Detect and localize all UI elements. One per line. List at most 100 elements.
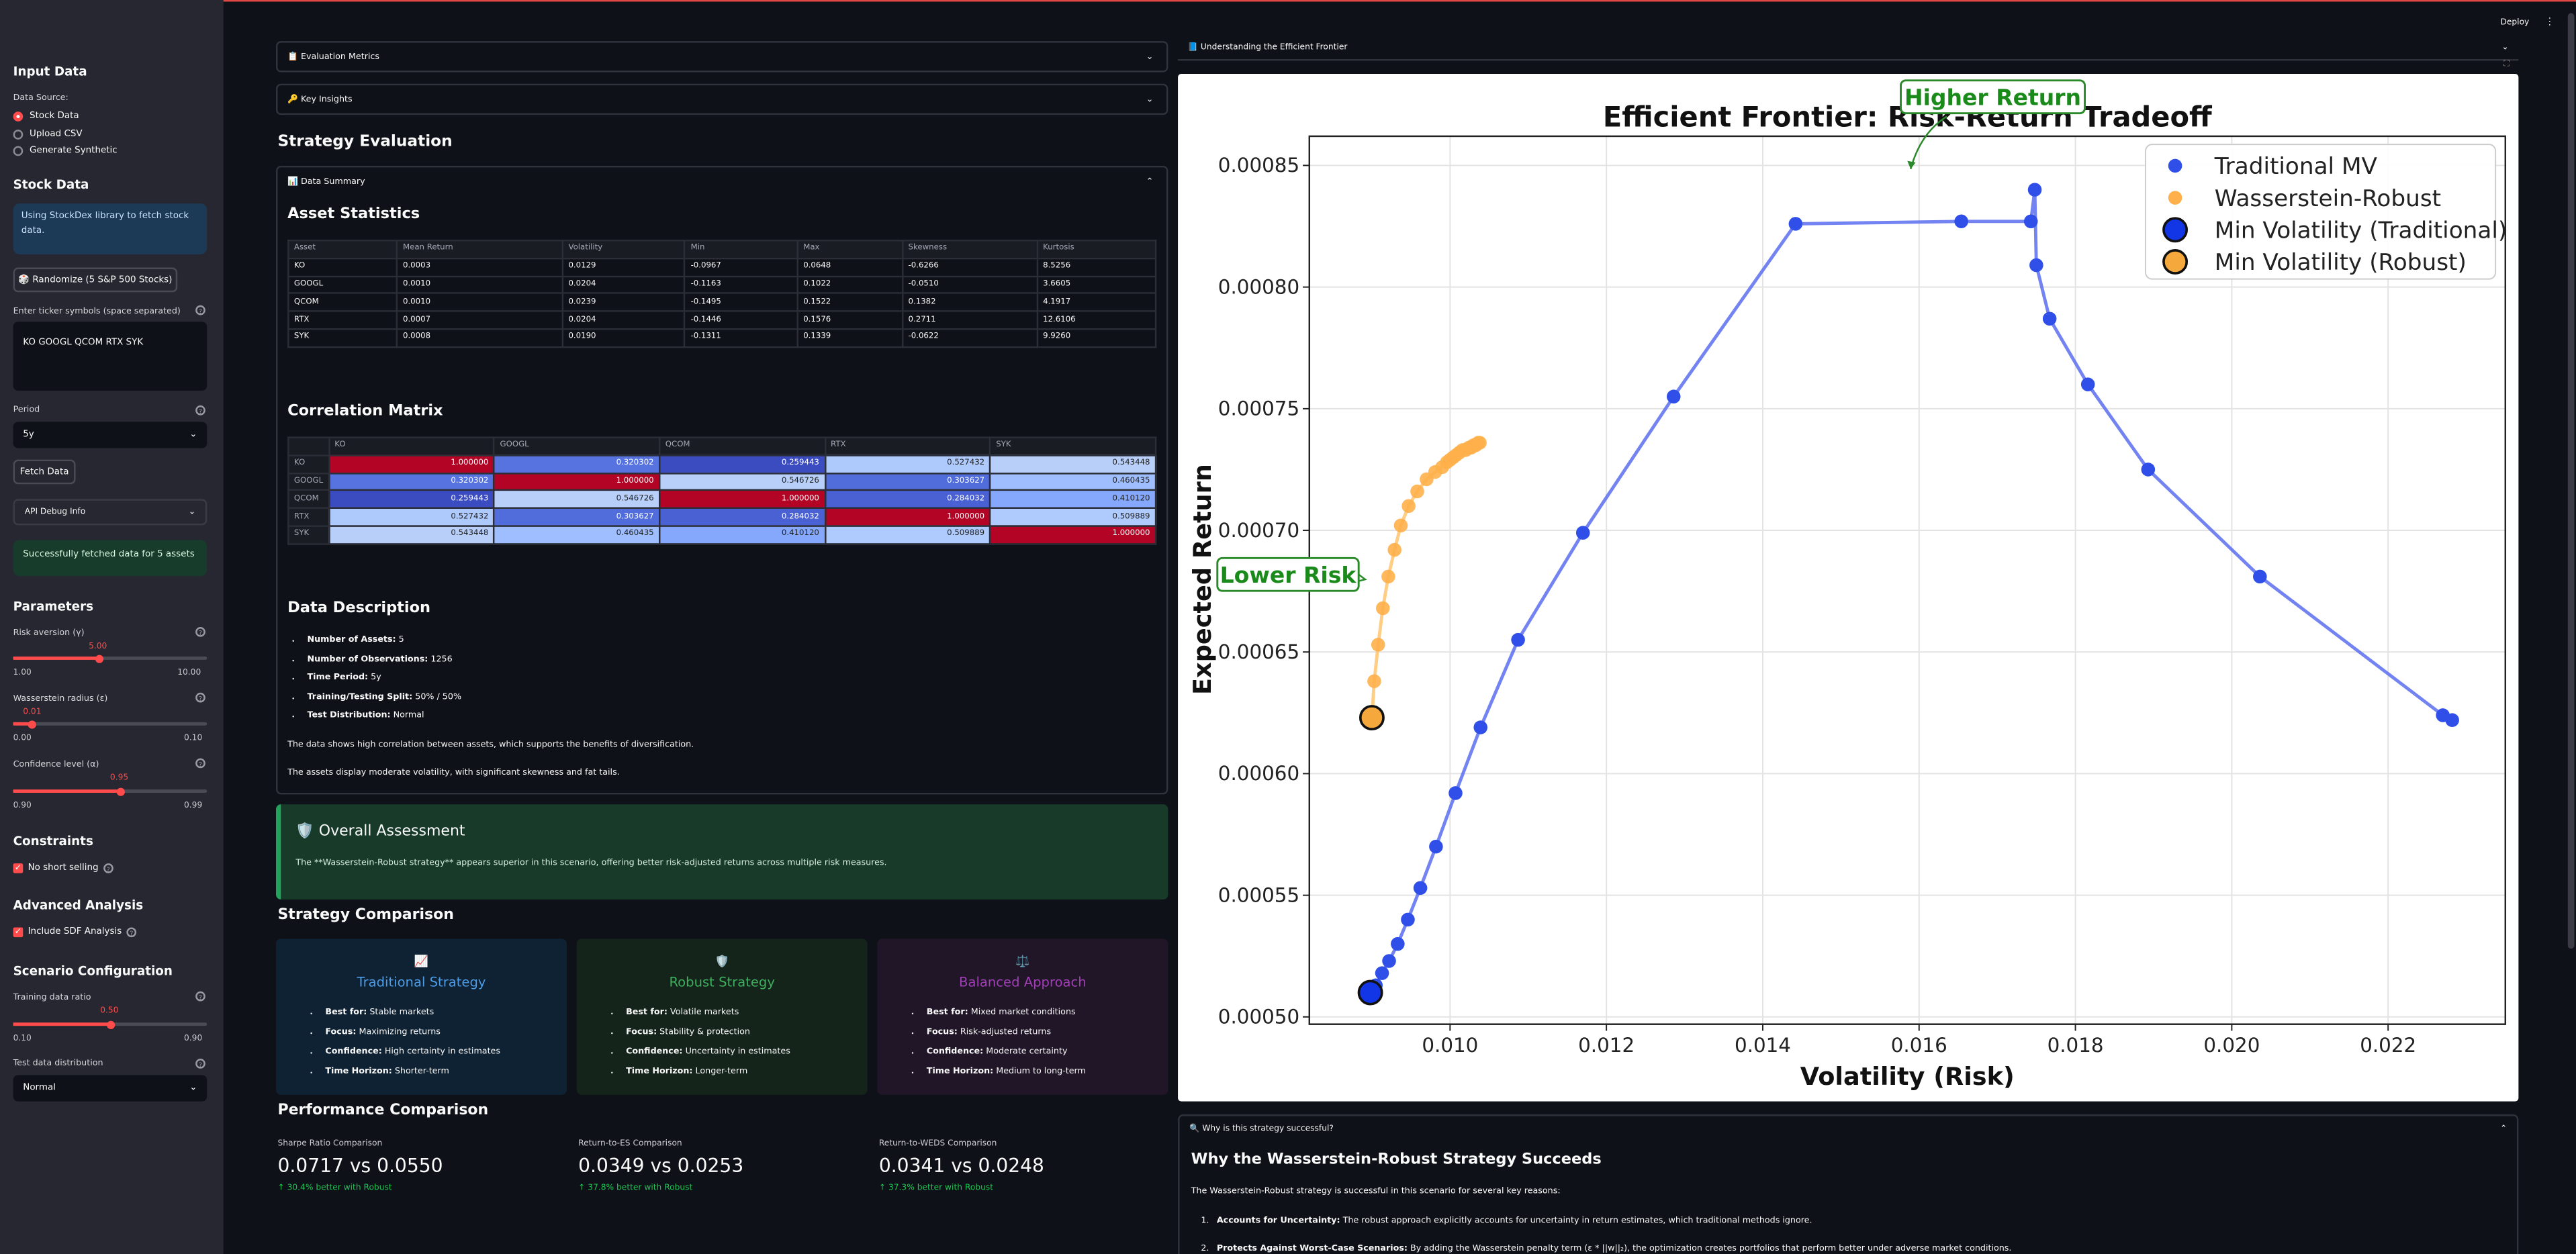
metric-value: 0.0349 vs 0.0253	[578, 1153, 744, 1177]
row-header: GOOGL	[287, 472, 330, 491]
card-item: Best for: Volatile markets	[626, 1003, 841, 1022]
wasserstein-radius-slider[interactable]	[13, 720, 208, 728]
sdf-analysis-checkbox[interactable]: ✓ Include SDF Analysis?	[13, 927, 137, 938]
radio-upload-csv[interactable]: Upload CSV	[13, 130, 83, 140]
key-insights-expander[interactable]: 🔑 Key Insights ⌄	[276, 83, 1168, 115]
help-icon[interactable]: ?	[195, 305, 205, 316]
row-header: QCOM	[287, 489, 330, 510]
help-icon[interactable]: ?	[103, 863, 113, 873]
help-icon[interactable]: ?	[195, 692, 205, 703]
description-item: Number of Assets: 5	[307, 632, 461, 650]
card-item-key: Best for:	[626, 1008, 668, 1018]
slider-handle[interactable]	[95, 654, 103, 663]
table-cell: 4.1917	[1036, 293, 1157, 312]
x-tick-label: 0.014	[1735, 1034, 1791, 1057]
card-item: Best for: Mixed market conditions	[927, 1003, 1142, 1022]
fullscreen-icon[interactable]: ⛶	[2503, 59, 2510, 69]
traditional-point	[1954, 214, 1968, 229]
table-cell: 0.0190	[561, 328, 686, 348]
why-header[interactable]: 🔍 Why is this strategy successful? ⌃	[1180, 1116, 2517, 1141]
min-vol-traditional-point	[1357, 979, 1383, 1006]
help-icon[interactable]: ?	[195, 1059, 205, 1069]
slider-handle[interactable]	[28, 720, 37, 728]
table-cell: 0.0010	[396, 293, 564, 312]
checkmark-icon: ✓	[13, 863, 24, 873]
card-title: Robust Strategy	[669, 975, 775, 990]
column-header: Volatility	[561, 239, 686, 259]
radio-selected-icon	[13, 111, 24, 122]
data-summary-header[interactable]: 📊 Data Summary ⌃	[277, 167, 1166, 195]
table-cell: -0.1311	[684, 328, 798, 348]
help-icon[interactable]: ?	[195, 405, 205, 416]
help-icon[interactable]: ?	[195, 991, 205, 1002]
evaluation-metrics-expander[interactable]: 📋 Evaluation Metrics ⌄	[276, 41, 1168, 73]
help-icon[interactable]: ?	[126, 927, 137, 938]
risk-aversion-slider[interactable]	[13, 654, 208, 663]
fetch-data-button[interactable]: Fetch Data	[13, 459, 76, 485]
training-ratio-slider[interactable]	[13, 1020, 208, 1028]
axis-ticks: 0.010 0.012 0.014 0.016 0.018 0.020 0.022 0.000…	[1218, 154, 2416, 1057]
radio-unselected-icon	[13, 146, 24, 156]
legend-label: Min Volatility (Traditional)	[2215, 218, 2507, 244]
slider-handle[interactable]	[105, 1020, 115, 1028]
traditional-point	[1401, 912, 1415, 927]
description-item: Time Period: 5y	[307, 670, 461, 689]
test-distribution-select[interactable]: Normal ⌄	[13, 1075, 208, 1102]
table-cell: 0.1576	[796, 310, 904, 330]
confidence-level-slider[interactable]	[13, 787, 208, 795]
card-title: Balanced Approach	[959, 975, 1087, 990]
kebab-menu-icon[interactable]: ⋮	[2545, 16, 2555, 28]
asset-statistics-heading: Asset Statistics	[287, 205, 420, 224]
traditional-point	[1413, 881, 1428, 896]
correlation-matrix-heading: Correlation Matrix	[287, 402, 443, 420]
traditional-strategy-card: 📈 Traditional Strategy Best for: Stable …	[276, 938, 567, 1095]
corr-cell: 0.527432	[824, 454, 991, 474]
slider-handle[interactable]	[116, 787, 126, 795]
why-item-key: Accounts for Uncertainty:	[1216, 1216, 1340, 1226]
input-data-heading: Input Data	[13, 64, 87, 79]
deploy-button[interactable]: Deploy	[2500, 18, 2529, 28]
help-icon[interactable]: ?	[195, 758, 205, 769]
overall-assessment-box: 🛡️ Overall Assessment The **Wasserstein-…	[276, 804, 1168, 900]
card-item-key: Best for:	[926, 1008, 968, 1018]
chevron-down-icon: ⌄	[1146, 52, 1154, 62]
scales-icon: ⚖️	[1015, 955, 1030, 969]
tickers-textarea[interactable]: KO GOOGL QCOM RTX SYK	[13, 322, 208, 391]
description-value: 5y	[368, 673, 381, 683]
why-item: 2. Protects Against Worst-Case Scenarios…	[1191, 1236, 2011, 1254]
period-select[interactable]: 5y ⌄	[13, 422, 208, 448]
x-tick-label: 0.020	[2203, 1034, 2260, 1057]
x-tick-label: 0.022	[2360, 1034, 2416, 1057]
radio-generate-synthetic[interactable]: Generate Synthetic	[13, 146, 118, 156]
metric-delta: ↑ 37.8% better with Robust	[578, 1183, 693, 1194]
corr-cell: 0.546726	[658, 472, 826, 491]
data-summary-expander: 📊 Data Summary ⌃ Asset Statistics Asset Me…	[276, 165, 1168, 795]
min-vol-robust-point	[1359, 705, 1385, 731]
table-cell: GOOGL	[287, 275, 398, 295]
column-header: Max	[796, 239, 904, 259]
traditional-point	[1511, 632, 1525, 647]
success-alert: Successfully fetched data for 5 assets	[13, 540, 208, 577]
api-debug-expander[interactable]: API Debug Info ⌄	[13, 499, 208, 526]
radio-stock-data[interactable]: Stock Data	[13, 111, 79, 122]
help-icon[interactable]: ?	[195, 627, 205, 637]
table-cell: -0.1163	[684, 275, 798, 295]
description-key: Number of Observations:	[307, 654, 428, 665]
table-cell: 0.0129	[561, 257, 686, 277]
column-header: Mean Return	[396, 239, 564, 259]
scrollbar[interactable]	[2567, 13, 2575, 949]
randomize-button[interactable]: 🎲 Randomize (5 S&P 500 Stocks)	[13, 267, 178, 293]
table-cell: 0.1022	[796, 275, 904, 295]
corr-cell: 1.000000	[824, 507, 991, 527]
understanding-frontier-expander[interactable]: 📘 Understanding the Efficient Frontier ⌄	[1178, 36, 2519, 61]
y-tick-label: 0.00070	[1218, 519, 1299, 542]
y-tick-label: 0.00075	[1218, 397, 1299, 420]
no-short-selling-checkbox[interactable]: ✓ No short selling?	[13, 863, 113, 873]
chevron-up-icon: ⌃	[1146, 176, 1154, 187]
row-header: RTX	[287, 507, 330, 527]
card-item: Time Horizon: Shorter-term	[325, 1062, 540, 1081]
corr-cell: 0.284032	[824, 489, 991, 510]
sidebar: Input Data Data Source: Stock Data Uploa…	[0, 0, 224, 1254]
table-row: QCOM 0.0010 0.0239 -0.1495 0.1522 0.1382 4.191…	[287, 293, 1157, 312]
corr-cell: 0.527432	[328, 507, 496, 527]
